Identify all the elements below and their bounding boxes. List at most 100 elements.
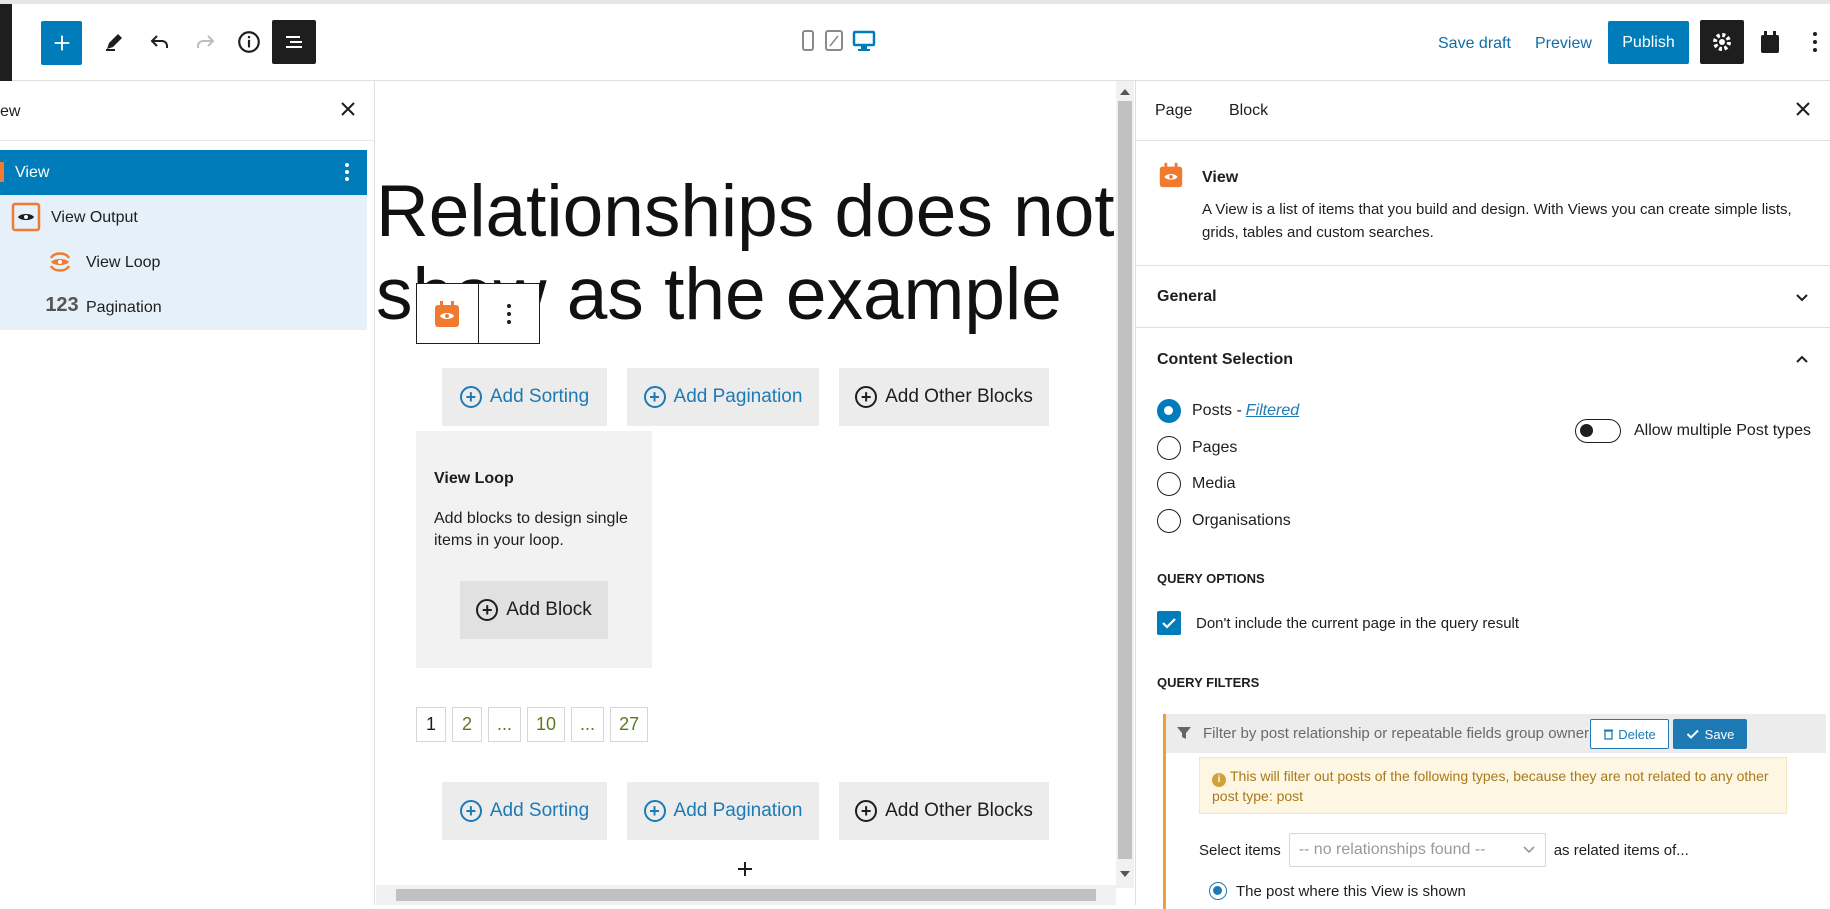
post-type-option-pages[interactable]: Pages xyxy=(1157,436,1237,460)
page-number[interactable]: 2 xyxy=(452,707,482,742)
list-item-view-output[interactable]: View Output xyxy=(0,195,367,240)
settings-sidebar: Page Block View A View is a list of item… xyxy=(1135,81,1830,909)
checkbox-checked[interactable] xyxy=(1157,611,1181,635)
plus-icon xyxy=(54,35,69,51)
options-button[interactable] xyxy=(1800,20,1830,64)
radio-button[interactable] xyxy=(1157,472,1181,496)
tools-button[interactable] xyxy=(92,20,136,64)
radio-button[interactable] xyxy=(1157,509,1181,533)
list-item-label: View Loop xyxy=(86,253,161,271)
add-pagination-button[interactable]: + Add Pagination xyxy=(627,782,819,840)
desktop-preview-icon[interactable] xyxy=(852,30,876,57)
select-value: -- no relationships found -- xyxy=(1298,841,1486,858)
plugin-block-icon xyxy=(1761,31,1779,53)
button-label: Add Other Blocks xyxy=(885,800,1033,821)
mobile-preview-icon[interactable] xyxy=(800,30,816,57)
list-view-header: ew xyxy=(0,81,374,141)
tab-page[interactable]: Page xyxy=(1155,102,1192,120)
filtered-link[interactable]: Filtered xyxy=(1246,402,1299,419)
view-block-icon xyxy=(435,300,460,327)
post-type-option-posts[interactable]: Posts - Filtered xyxy=(1157,399,1299,423)
publish-button[interactable]: Publish xyxy=(1608,21,1689,64)
scrollbar-thumb[interactable] xyxy=(396,889,1096,901)
list-item-pagination[interactable]: 123 Pagination xyxy=(0,285,367,330)
page-number[interactable]: 10 xyxy=(527,707,566,742)
sidebar-tabs: Page Block xyxy=(1136,81,1830,141)
block-card: View A View is a list of items that you … xyxy=(1136,142,1830,266)
page-number[interactable]: 1 xyxy=(416,707,446,742)
plugin-button[interactable] xyxy=(1748,20,1792,64)
option-label: The post where this View is shown xyxy=(1236,882,1466,900)
block-description: A View is a list of items that you build… xyxy=(1202,201,1792,241)
add-sorting-button[interactable]: + Add Sorting xyxy=(442,782,607,840)
view-loop-description: Add blocks to design single items in you… xyxy=(434,510,628,549)
post-type-option-media[interactable]: Media xyxy=(1157,472,1236,496)
block-type-button[interactable] xyxy=(417,284,478,343)
button-label: Add Pagination xyxy=(673,386,803,407)
add-sorting-button[interactable]: + Add Sorting xyxy=(442,368,607,426)
list-item-view-loop[interactable]: View Loop xyxy=(0,240,367,285)
canvas-horizontal-scrollbar[interactable] xyxy=(376,885,1116,905)
vertical-ellipsis-icon xyxy=(345,163,349,181)
allow-multiple-post-types[interactable]: Allow multiple Post types xyxy=(1575,419,1811,443)
toggle-label: Allow multiple Post types xyxy=(1634,422,1811,439)
list-view-title: ew xyxy=(0,103,21,120)
add-circle-icon: + xyxy=(459,386,482,408)
list-item-label: Pagination xyxy=(86,298,162,316)
redo-button[interactable] xyxy=(183,20,227,64)
info-icon xyxy=(238,31,260,53)
list-item-view[interactable]: View xyxy=(0,150,367,195)
close-settings-button[interactable] xyxy=(1791,97,1815,121)
post-type-option-organisations[interactable]: Organisations xyxy=(1157,509,1291,533)
relationship-select[interactable]: -- no relationships found -- xyxy=(1288,833,1546,867)
block-inserter-button[interactable] xyxy=(41,21,82,65)
toggle-switch[interactable] xyxy=(1575,419,1621,443)
panel-title[interactable]: Content Selection xyxy=(1157,351,1293,369)
page-number[interactable]: 27 xyxy=(610,707,649,742)
close-list-view-button[interactable] xyxy=(336,97,360,121)
radio-button[interactable] xyxy=(1157,436,1181,460)
add-other-blocks-button[interactable]: + Add Other Blocks xyxy=(839,782,1049,840)
select-items-row: Select items -- no relationships found -… xyxy=(1199,833,1689,867)
exclude-current-page-option[interactable]: Don't include the current page in the qu… xyxy=(1157,611,1519,635)
block-options-button[interactable] xyxy=(336,160,358,184)
chevron-up-icon[interactable] xyxy=(1790,348,1814,372)
radio-button[interactable] xyxy=(1209,882,1227,900)
page-ellipsis: ... xyxy=(571,707,605,742)
append-block-button[interactable] xyxy=(733,857,757,881)
add-pagination-button[interactable]: + Add Pagination xyxy=(627,368,819,426)
panel-general[interactable]: General xyxy=(1136,266,1830,328)
tablet-preview-icon[interactable] xyxy=(824,30,844,57)
pencil-icon xyxy=(106,34,122,51)
vertical-ellipsis-icon xyxy=(506,303,511,324)
preview-button[interactable]: Preview xyxy=(1535,35,1592,53)
scrollbar-thumb[interactable] xyxy=(1118,101,1132,859)
settings-button[interactable] xyxy=(1700,20,1744,64)
save-draft-button[interactable]: Save draft xyxy=(1438,35,1511,53)
notice-text: This will filter out posts of the follow… xyxy=(1212,768,1769,804)
editor-top-toolbar: Save draft Preview Publish xyxy=(0,0,1830,81)
list-item-label: View Output xyxy=(51,208,138,226)
tab-block[interactable]: Block xyxy=(1229,102,1268,120)
post-where-shown-option[interactable]: The post where this View is shown xyxy=(1209,882,1466,900)
block-more-options-button[interactable] xyxy=(477,284,539,343)
save-filter-button[interactable]: Save xyxy=(1673,719,1747,749)
scroll-up-arrow[interactable] xyxy=(1120,89,1130,95)
filter-header: Filter by post relationship or repeatabl… xyxy=(1166,714,1826,753)
select-items-label: Select items xyxy=(1199,841,1281,859)
list-view-button[interactable] xyxy=(272,20,316,64)
details-button[interactable] xyxy=(227,20,271,64)
page-title-line: Relationships does not xyxy=(376,171,1115,252)
delete-filter-button[interactable]: Delete xyxy=(1590,719,1669,749)
canvas-vertical-scrollbar[interactable] xyxy=(1116,81,1134,888)
button-label: Add Sorting xyxy=(489,386,590,407)
add-block-button[interactable]: + Add Block xyxy=(460,581,608,639)
radio-button[interactable] xyxy=(1157,399,1181,423)
option-label: Media xyxy=(1192,475,1236,492)
add-other-blocks-button[interactable]: + Add Other Blocks xyxy=(839,368,1049,426)
button-label: Add Other Blocks xyxy=(885,386,1033,407)
undo-button[interactable] xyxy=(138,20,182,64)
scroll-down-arrow[interactable] xyxy=(1120,871,1130,877)
gear-icon xyxy=(1713,33,1731,51)
button-label: Add Pagination xyxy=(673,800,803,821)
